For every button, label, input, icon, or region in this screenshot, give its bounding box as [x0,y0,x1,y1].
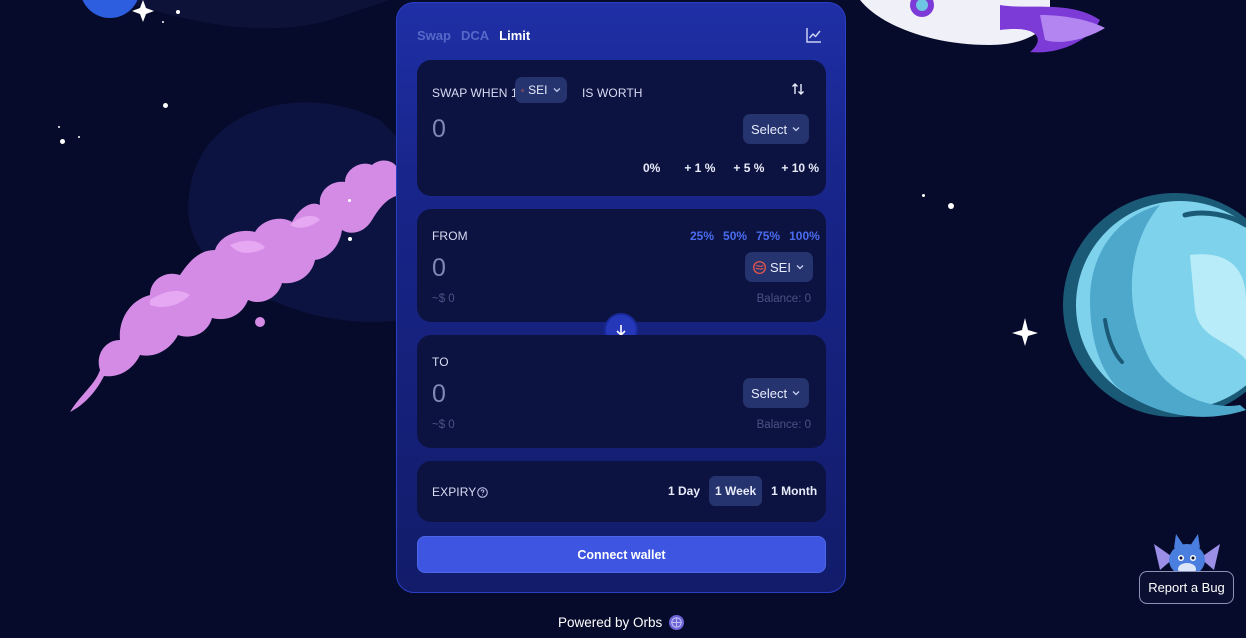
rocket-body [860,0,1050,45]
nebula-top [120,0,390,29]
sei-token-icon [521,88,525,92]
planet-right [1063,193,1246,417]
limit-order-widget: Swap DCA Limit SWAP WHEN 1 SEI IS WORTH … [396,2,846,593]
from-amount-input[interactable]: 0 [432,254,446,283]
to-panel: TO 0 Select ~$ 0 Balance: 0 [417,335,826,448]
price-token-label: SEI [528,83,548,97]
planet-right-shadow [1090,205,1246,417]
star [78,136,80,138]
from-balance: Balance: 0 [756,293,811,305]
from-token-select[interactable]: SEI [745,252,813,282]
smoke-puff [188,268,196,276]
price-percent-1[interactable]: + 1 % [684,161,715,175]
rocket-fin-light [1040,15,1105,42]
planet-right-line [1103,318,1124,364]
planet-top-left [82,0,138,18]
from-percent-options: 25% 50% 75% 100% [690,229,820,243]
expiry-panel: EXPIRY 1 Day 1 Week 1 Month [417,461,826,522]
from-percent-75[interactable]: 75% [756,229,780,243]
from-percent-25[interactable]: 25% [690,229,714,243]
to-balance: Balance: 0 [756,419,811,431]
star [163,103,168,108]
powered-by-label: Powered by Orbs [558,615,663,630]
to-select-label: Select [751,385,788,401]
nebula-shape [188,102,400,322]
chevron-down-icon [792,391,800,396]
star [348,237,352,241]
planet-right-surface [1076,201,1246,409]
to-usd-value: ~$ 0 [432,419,455,431]
connect-wallet-button[interactable]: Connect wallet [417,536,826,573]
price-suffix-label: IS WORTH [582,86,643,100]
from-panel: FROM 25% 50% 75% 100% 0 SEI ~$ 0 Balance… [417,209,826,322]
from-percent-50[interactable]: 50% [723,229,747,243]
expiry-label: EXPIRY [432,485,477,499]
tab-bar: Swap DCA Limit [417,28,530,43]
sei-token-icon [753,260,766,274]
tab-limit[interactable]: Limit [499,28,530,43]
star [922,194,925,197]
sparkle-star [1012,318,1038,346]
report-bug-button[interactable]: Report a Bug [1139,571,1234,604]
price-percent-10[interactable]: + 10 % [781,161,819,175]
from-label: FROM [432,229,468,243]
star [162,21,164,23]
smoke-puff [255,317,265,327]
rocket-window-inner [916,0,928,11]
price-token-select[interactable]: SEI [515,77,568,103]
expiry-option-1-month[interactable]: 1 Month [765,476,823,506]
chevron-down-icon [553,88,560,93]
rocket-fin [1000,5,1100,53]
to-token-select[interactable]: Select [743,378,810,408]
price-percent-options: 0% + 1 % + 5 % + 10 % [643,161,819,175]
chart-line-icon[interactable] [805,26,823,44]
expiry-option-1-week[interactable]: 1 Week [709,476,763,506]
star [948,203,954,209]
question-circle-icon[interactable] [477,487,488,498]
price-percent-5[interactable]: + 5 % [733,161,764,175]
from-token-label: SEI [770,259,791,275]
to-label: TO [432,355,449,369]
to-amount-input[interactable]: 0 [432,380,446,409]
smoke-puff [199,267,205,273]
star [60,139,65,144]
smoke-trail [70,160,396,412]
price-panel: SWAP WHEN 1 SEI IS WORTH 0 Select 0% + 1… [417,60,826,196]
rocket-window [910,0,934,17]
price-percent-0[interactable]: 0% [643,161,660,175]
price-prefix-label: SWAP WHEN 1 [432,86,518,100]
expiry-option-1-day[interactable]: 1 Day [662,476,706,506]
from-usd-value: ~$ 0 [432,293,455,305]
planet-right-ring [1182,210,1246,228]
smoke-puff [179,279,191,291]
price-input[interactable]: 0 [432,115,446,144]
from-percent-100[interactable]: 100% [789,229,820,243]
expiry-options: 1 Day 1 Week 1 Month [662,476,823,506]
star [58,126,60,128]
swap-vertical-icon[interactable] [791,82,805,96]
star [348,199,351,202]
star [176,10,180,14]
sparkle-star [132,0,154,22]
orbs-logo-icon [669,614,685,631]
price-quote-token-select[interactable]: Select [743,114,810,144]
powered-by: Powered by Orbs [558,614,685,631]
chevron-down-icon [796,265,804,270]
price-select-label: Select [751,121,788,137]
planet-right-crater [1190,254,1246,360]
tab-dca[interactable]: DCA [461,28,489,43]
tab-swap[interactable]: Swap [417,28,451,43]
smoke-highlight [150,215,320,307]
chevron-down-icon [792,127,800,132]
